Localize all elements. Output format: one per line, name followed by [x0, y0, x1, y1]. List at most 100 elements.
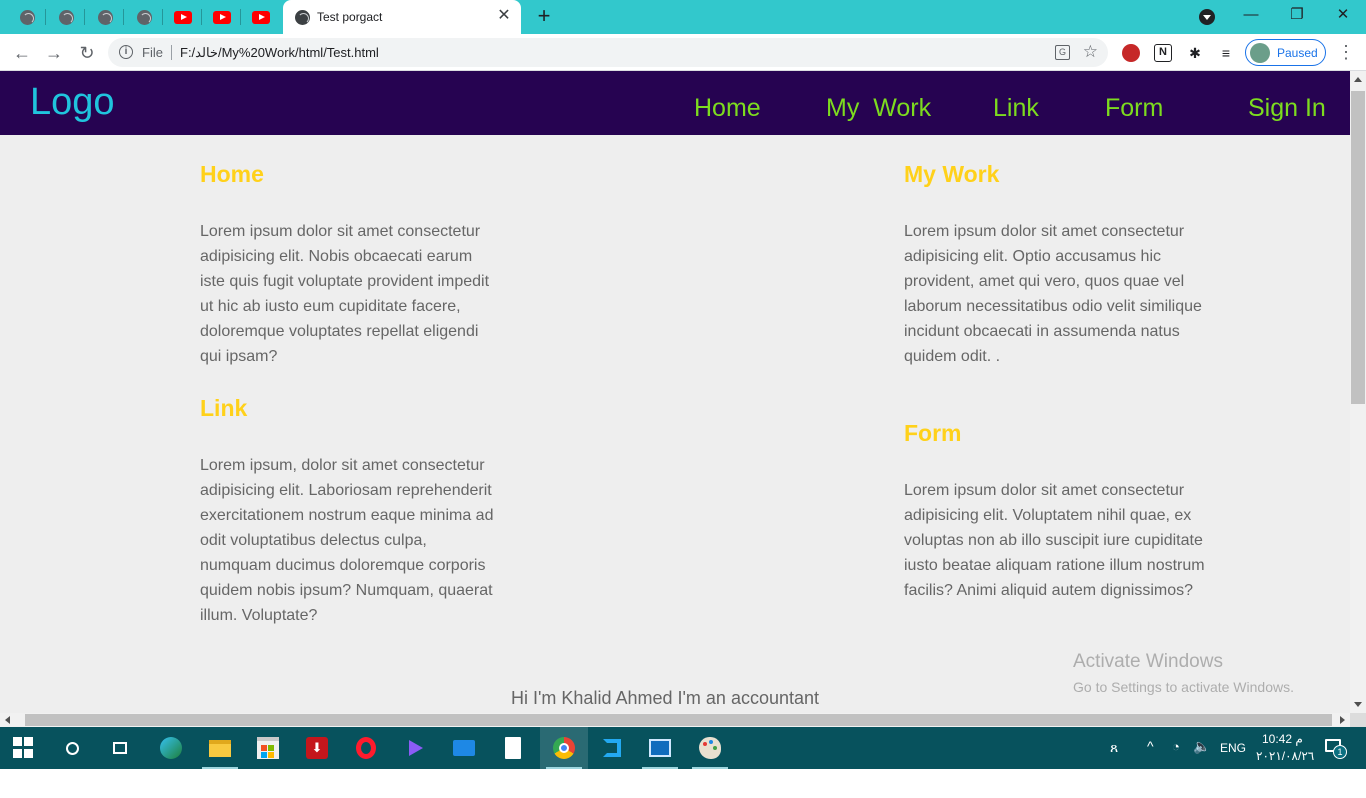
- clock-date[interactable]: ٢٠٢١/٠٨/٢٦: [1256, 749, 1314, 763]
- notion-extension-icon[interactable]: N: [1154, 44, 1172, 62]
- section-title: My Work: [904, 161, 1000, 187]
- section-body: Lorem ipsum dolor sit amet consectetur a…: [904, 223, 1202, 365]
- tab-pinned-3[interactable]: [86, 5, 124, 29]
- clock-time[interactable]: 10:42 م: [1262, 732, 1303, 746]
- taskbar-paint[interactable]: [686, 727, 734, 769]
- address-bar[interactable]: i File F:/خالد/My%20Work/html/Test.html …: [108, 38, 1108, 67]
- language-indicator[interactable]: ENG: [1220, 741, 1246, 755]
- nav-my-work[interactable]: My Work: [826, 94, 931, 123]
- taskbar-mail[interactable]: [440, 727, 488, 769]
- task-view-icon: [109, 737, 131, 759]
- edge-icon: [160, 737, 182, 759]
- tab-active[interactable]: Test porgact ✕: [283, 0, 521, 34]
- tab-youtube-3[interactable]: [242, 5, 280, 29]
- wifi-icon[interactable]: ◔: [1172, 739, 1180, 754]
- tab-search-icon[interactable]: [1199, 9, 1215, 25]
- nav-link[interactable]: Link: [993, 94, 1039, 123]
- browser-toolbar: ← → ↻ i File F:/خالد/My%20Work/html/Test…: [0, 34, 1366, 71]
- page-viewport: Logo Home My Work Link Form Sign In Home…: [0, 71, 1350, 713]
- taskbar-notepad[interactable]: [489, 727, 537, 769]
- new-tab-button[interactable]: +: [533, 4, 555, 28]
- adblock-extension-icon[interactable]: [1122, 44, 1140, 62]
- section-title: Link: [200, 395, 248, 421]
- notification-badge: 1: [1333, 745, 1347, 759]
- youtube-icon: [252, 10, 270, 24]
- window-close-button[interactable]: ✕: [1328, 4, 1358, 26]
- photos-icon: [649, 739, 671, 757]
- profile-button[interactable]: Paused: [1245, 39, 1326, 66]
- horizontal-scrollbar[interactable]: [0, 713, 1350, 727]
- url-scheme-label: File: [142, 45, 163, 60]
- tab-youtube-2[interactable]: [203, 5, 241, 29]
- forward-arrow-icon[interactable]: →: [42, 41, 66, 65]
- tab-close-icon[interactable]: ✕: [495, 7, 513, 25]
- volume-icon[interactable]: 🔈: [1193, 738, 1210, 755]
- vertical-scroll-thumb[interactable]: [1351, 91, 1365, 404]
- search-button[interactable]: [48, 727, 96, 769]
- scroll-right-icon[interactable]: [1340, 716, 1345, 724]
- nav-home[interactable]: Home: [694, 94, 761, 123]
- start-button[interactable]: [0, 727, 48, 769]
- search-icon: [65, 741, 79, 755]
- youtube-icon: [174, 10, 192, 24]
- taskbar-download-manager[interactable]: ⬇: [293, 727, 341, 769]
- taskbar-chrome[interactable]: [540, 727, 588, 769]
- restore-button[interactable]: ❐: [1282, 4, 1312, 26]
- section-body: Lorem ipsum dolor sit amet consectetur a…: [904, 482, 1205, 599]
- tab-pinned-1[interactable]: [8, 5, 46, 29]
- scroll-down-icon[interactable]: [1354, 702, 1362, 707]
- reload-icon[interactable]: ↻: [75, 41, 99, 65]
- url-text[interactable]: F:/خالد/My%20Work/html/Test.html: [180, 45, 379, 61]
- nav-sign-in[interactable]: Sign In: [1248, 94, 1326, 123]
- tab-youtube-1[interactable]: [164, 5, 202, 29]
- menu-kebab-icon[interactable]: ⋮: [1337, 42, 1355, 62]
- section-body: Lorem ipsum dolor sit amet consectetur a…: [200, 223, 490, 365]
- scroll-up-icon[interactable]: [1354, 77, 1362, 82]
- store-icon: [257, 737, 279, 759]
- activation-watermark: Activate Windows Go to Settings to activ…: [1073, 651, 1294, 695]
- site-logo[interactable]: Logo: [30, 81, 115, 124]
- youtube-icon: [213, 10, 231, 24]
- taskbar-media-player[interactable]: [391, 727, 439, 769]
- taskbar-edge[interactable]: [147, 727, 195, 769]
- info-icon[interactable]: i: [119, 45, 133, 59]
- scroll-left-icon[interactable]: [5, 716, 10, 724]
- globe-icon: [295, 10, 310, 25]
- opera-icon: [356, 737, 376, 759]
- extensions-puzzle-icon[interactable]: ✱: [1186, 44, 1204, 62]
- download-manager-icon: ⬇: [306, 737, 328, 759]
- people-icon[interactable]: ጸ: [1110, 739, 1118, 756]
- back-arrow-icon[interactable]: ←: [10, 41, 34, 65]
- windows-taskbar: ⬇ ጸ ^ ◔ 🔈 ENG 10:42 م ٢٠٢١/٠٨/٢٦ 1: [0, 727, 1366, 769]
- mail-icon: [453, 740, 475, 756]
- globe-icon: [19, 9, 35, 25]
- vertical-scrollbar[interactable]: [1350, 71, 1366, 713]
- folder-icon: [209, 739, 231, 757]
- taskbar-file-explorer[interactable]: [196, 727, 244, 769]
- reading-list-icon[interactable]: ≡: [1217, 44, 1235, 62]
- play-icon: [404, 737, 426, 759]
- bookmark-star-icon[interactable]: ☆: [1083, 42, 1098, 62]
- site-header: Logo Home My Work Link Form Sign In: [0, 71, 1350, 135]
- section-title: Home: [200, 161, 264, 187]
- taskbar-vscode[interactable]: [588, 727, 636, 769]
- horizontal-scroll-thumb[interactable]: [25, 714, 1332, 726]
- tab-pinned-2[interactable]: [47, 5, 85, 29]
- tab-strip: Test porgact ✕ + — ❐ ✕: [0, 0, 1366, 34]
- globe-icon: [136, 9, 152, 25]
- notifications-button[interactable]: 1: [1323, 737, 1347, 759]
- chevron-up-icon[interactable]: ^: [1147, 738, 1154, 754]
- chrome-icon: [553, 737, 575, 759]
- task-view-button[interactable]: [96, 727, 144, 769]
- watermark-title: Activate Windows: [1073, 651, 1223, 672]
- section-link: Link Lorem ipsum, dolor sit amet consect…: [200, 395, 498, 628]
- nav-form[interactable]: Form: [1105, 94, 1163, 123]
- taskbar-photos[interactable]: [636, 727, 684, 769]
- globe-icon: [97, 9, 113, 25]
- taskbar-opera[interactable]: [342, 727, 390, 769]
- tab-pinned-4[interactable]: [125, 5, 163, 29]
- section-my-work: My Work Lorem ipsum dolor sit amet conse…: [904, 161, 1209, 369]
- minimize-button[interactable]: —: [1236, 4, 1266, 26]
- translate-icon[interactable]: G: [1055, 45, 1070, 60]
- taskbar-store[interactable]: [244, 727, 292, 769]
